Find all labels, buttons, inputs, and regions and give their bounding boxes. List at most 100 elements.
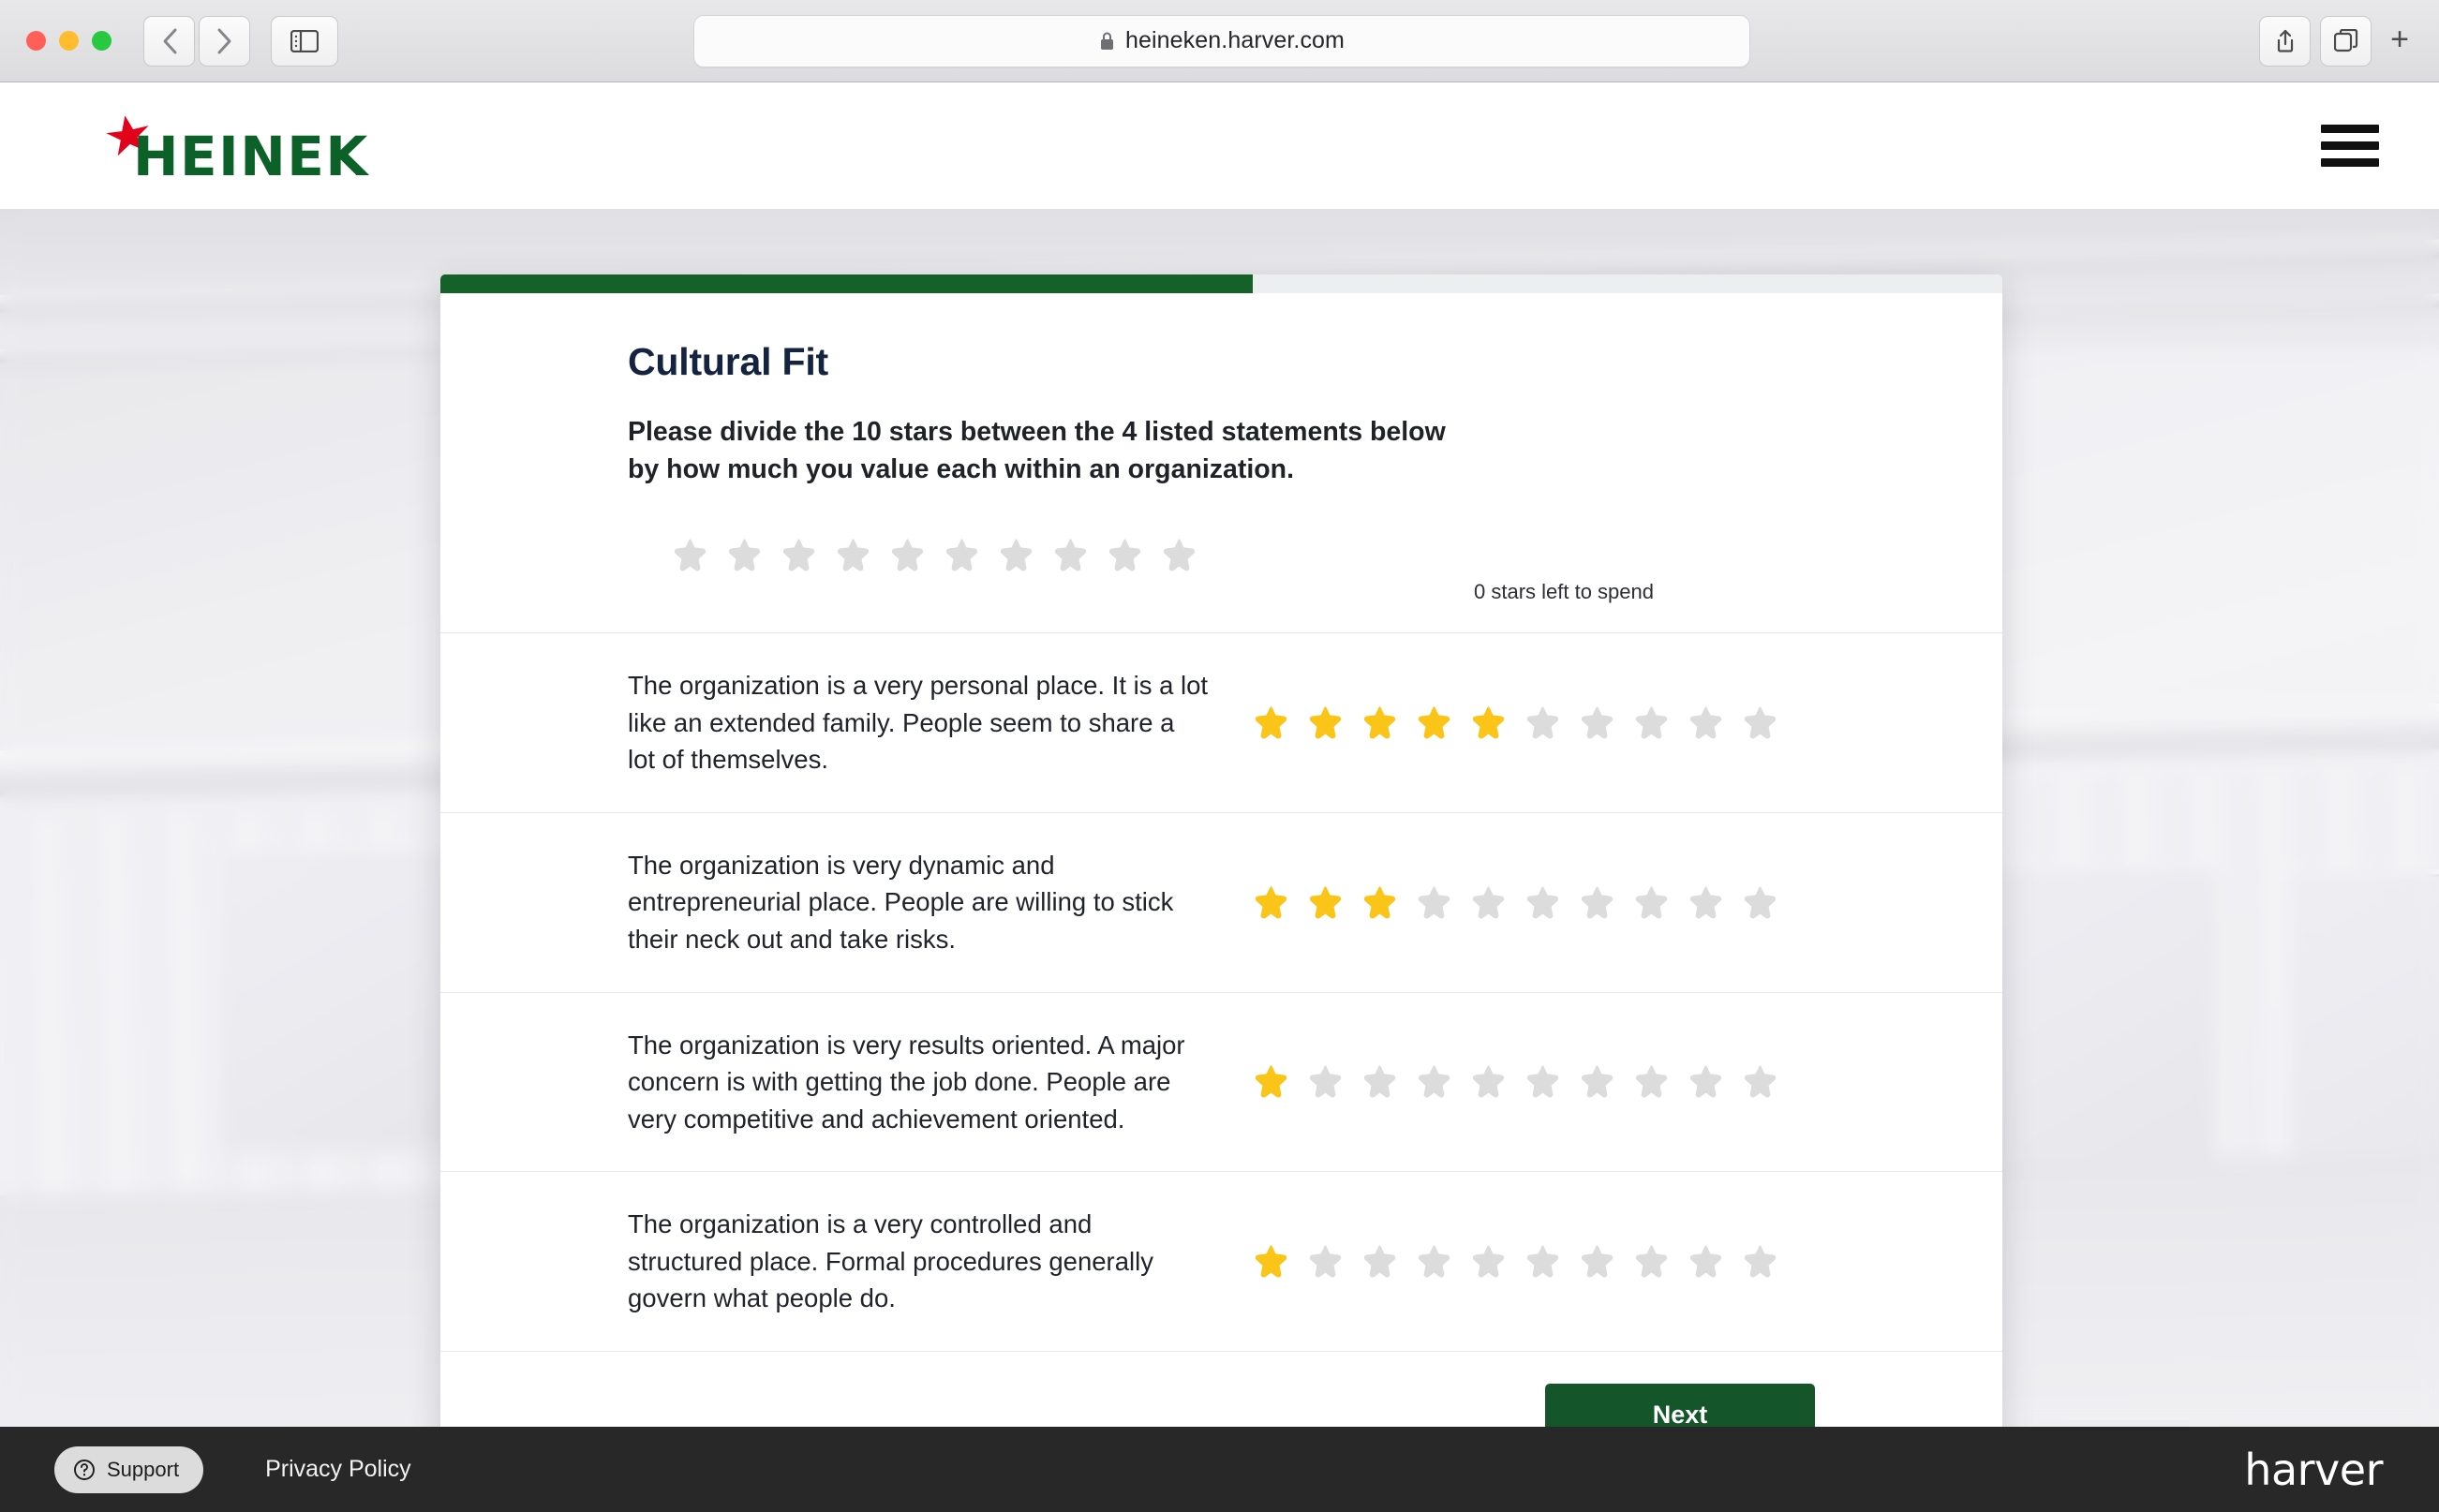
star-budget-display — [673, 538, 1197, 572]
stars-left-label: 0 stars left to spend — [1474, 579, 1654, 603]
star-empty-icon[interactable] — [1634, 885, 1669, 920]
sidebar-group — [271, 15, 338, 67]
star-empty-icon[interactable] — [1580, 1064, 1614, 1099]
star-empty-icon[interactable] — [1634, 1064, 1669, 1099]
star-empty-icon[interactable] — [781, 538, 816, 572]
star-filled-icon[interactable] — [1471, 705, 1506, 740]
star-empty-icon[interactable] — [1743, 705, 1777, 740]
svg-text:HEINEKEN: HEINEKEN — [133, 125, 373, 183]
star-empty-icon[interactable] — [1580, 1244, 1614, 1279]
star-empty-icon[interactable] — [1471, 1064, 1506, 1099]
star-empty-icon[interactable] — [1417, 885, 1451, 920]
share-icon — [2277, 29, 2293, 52]
hamburger-bar — [2321, 141, 2379, 150]
new-tab-button[interactable]: + — [2381, 23, 2418, 59]
star-empty-icon[interactable] — [890, 538, 925, 572]
instructions-line-1: Please divide the 10 stars between the 4… — [628, 417, 1446, 447]
address-bar-wrapper: heineken.harver.com — [693, 14, 1750, 67]
star-filled-icon[interactable] — [1254, 885, 1288, 920]
close-window-button[interactable] — [26, 31, 46, 51]
statement-star-rating[interactable] — [1254, 885, 1777, 920]
sidebar-toggle-button[interactable] — [271, 15, 338, 67]
back-button[interactable] — [143, 15, 195, 67]
hamburger-menu-icon[interactable] — [2317, 117, 2383, 174]
star-empty-icon[interactable] — [1743, 885, 1777, 920]
heineken-logo[interactable]: HEINEKEN — [103, 110, 373, 183]
star-filled-icon[interactable] — [1254, 1064, 1288, 1099]
statement-text: The organization is a very personal plac… — [628, 670, 1209, 775]
star-filled-icon[interactable] — [1254, 1244, 1288, 1279]
star-empty-icon[interactable] — [1580, 885, 1614, 920]
star-filled-icon[interactable] — [1362, 705, 1397, 740]
tab-overview-button[interactable] — [2320, 15, 2372, 67]
star-empty-icon[interactable] — [1362, 1244, 1397, 1279]
address-bar[interactable]: heineken.harver.com — [693, 14, 1750, 67]
star-empty-icon[interactable] — [673, 538, 707, 572]
star-empty-icon[interactable] — [727, 538, 762, 572]
card-header: Cultural Fit Please divide the 10 stars … — [440, 293, 2002, 530]
statement-star-rating[interactable] — [1254, 1244, 1777, 1279]
statement-row: The organization is a very controlled an… — [440, 1171, 2002, 1351]
support-label: Support — [107, 1457, 180, 1481]
statement-star-rating[interactable] — [1254, 1064, 1777, 1099]
star-filled-icon[interactable] — [1308, 705, 1343, 740]
star-empty-icon[interactable] — [1525, 1064, 1560, 1099]
star-empty-icon[interactable] — [999, 538, 1034, 572]
assessment-card: Cultural Fit Please divide the 10 stars … — [440, 274, 2002, 1488]
star-empty-icon[interactable] — [1634, 1244, 1669, 1279]
forward-button[interactable] — [199, 15, 250, 67]
privacy-policy-link[interactable]: Privacy Policy — [265, 1456, 411, 1483]
navigation-buttons — [143, 15, 250, 67]
star-empty-icon[interactable] — [1362, 1064, 1397, 1099]
star-empty-icon[interactable] — [1688, 705, 1723, 740]
window-controls — [26, 31, 112, 51]
heineken-logo-mark: HEINEKEN — [106, 114, 373, 183]
star-budget-row: 0 stars left to spend — [440, 530, 2002, 632]
star-empty-icon[interactable] — [1525, 705, 1560, 740]
share-button[interactable] — [2259, 15, 2312, 67]
minimize-window-button[interactable] — [59, 31, 79, 51]
star-empty-icon[interactable] — [1417, 1064, 1451, 1099]
statement-text: The organization is very results oriente… — [628, 1030, 1185, 1134]
progress-bar-fill — [440, 274, 1253, 293]
site-footer: Support Privacy Policy harver — [0, 1427, 2439, 1512]
instructions-line-2: by how much you value each within an org… — [628, 454, 1295, 485]
star-empty-icon[interactable] — [1688, 1064, 1723, 1099]
star-empty-icon[interactable] — [1525, 885, 1560, 920]
sidebar-icon — [290, 29, 319, 52]
instructions-text: Please divide the 10 stars between the 4… — [628, 413, 2002, 489]
star-empty-icon[interactable] — [1525, 1244, 1560, 1279]
star-empty-icon[interactable] — [1471, 1244, 1506, 1279]
star-empty-icon[interactable] — [1308, 1064, 1343, 1099]
star-empty-icon[interactable] — [1162, 538, 1197, 572]
site-header: HEINEKEN — [0, 82, 2439, 209]
star-empty-icon[interactable] — [1688, 1244, 1723, 1279]
support-button[interactable]: Support — [54, 1445, 204, 1493]
star-filled-icon[interactable] — [1254, 705, 1288, 740]
statement-text: The organization is very dynamic and ent… — [628, 850, 1174, 954]
lock-icon — [1101, 32, 1113, 50]
star-empty-icon[interactable] — [1580, 705, 1614, 740]
star-empty-icon[interactable] — [1108, 538, 1142, 572]
star-empty-icon[interactable] — [1471, 885, 1506, 920]
browser-toolbar: heineken.harver.com + — [0, 0, 2439, 82]
star-empty-icon[interactable] — [1743, 1244, 1777, 1279]
star-empty-icon[interactable] — [1308, 1244, 1343, 1279]
star-empty-icon[interactable] — [836, 538, 870, 572]
star-empty-icon[interactable] — [1417, 1244, 1451, 1279]
star-filled-icon[interactable] — [1362, 885, 1397, 920]
page-title: Cultural Fit — [628, 340, 828, 383]
statement-text: The organization is a very controlled an… — [628, 1209, 1153, 1313]
star-empty-icon[interactable] — [944, 538, 979, 572]
question-mark-icon — [74, 1459, 95, 1480]
maximize-window-button[interactable] — [92, 31, 112, 51]
hamburger-bar — [2321, 125, 2379, 133]
star-empty-icon[interactable] — [1743, 1064, 1777, 1099]
star-empty-icon[interactable] — [1634, 705, 1669, 740]
star-filled-icon[interactable] — [1417, 705, 1451, 740]
star-empty-icon[interactable] — [1688, 885, 1723, 920]
star-filled-icon[interactable] — [1308, 885, 1343, 920]
chevron-left-icon — [163, 28, 176, 53]
star-empty-icon[interactable] — [1053, 538, 1088, 572]
statement-star-rating[interactable] — [1254, 705, 1777, 740]
